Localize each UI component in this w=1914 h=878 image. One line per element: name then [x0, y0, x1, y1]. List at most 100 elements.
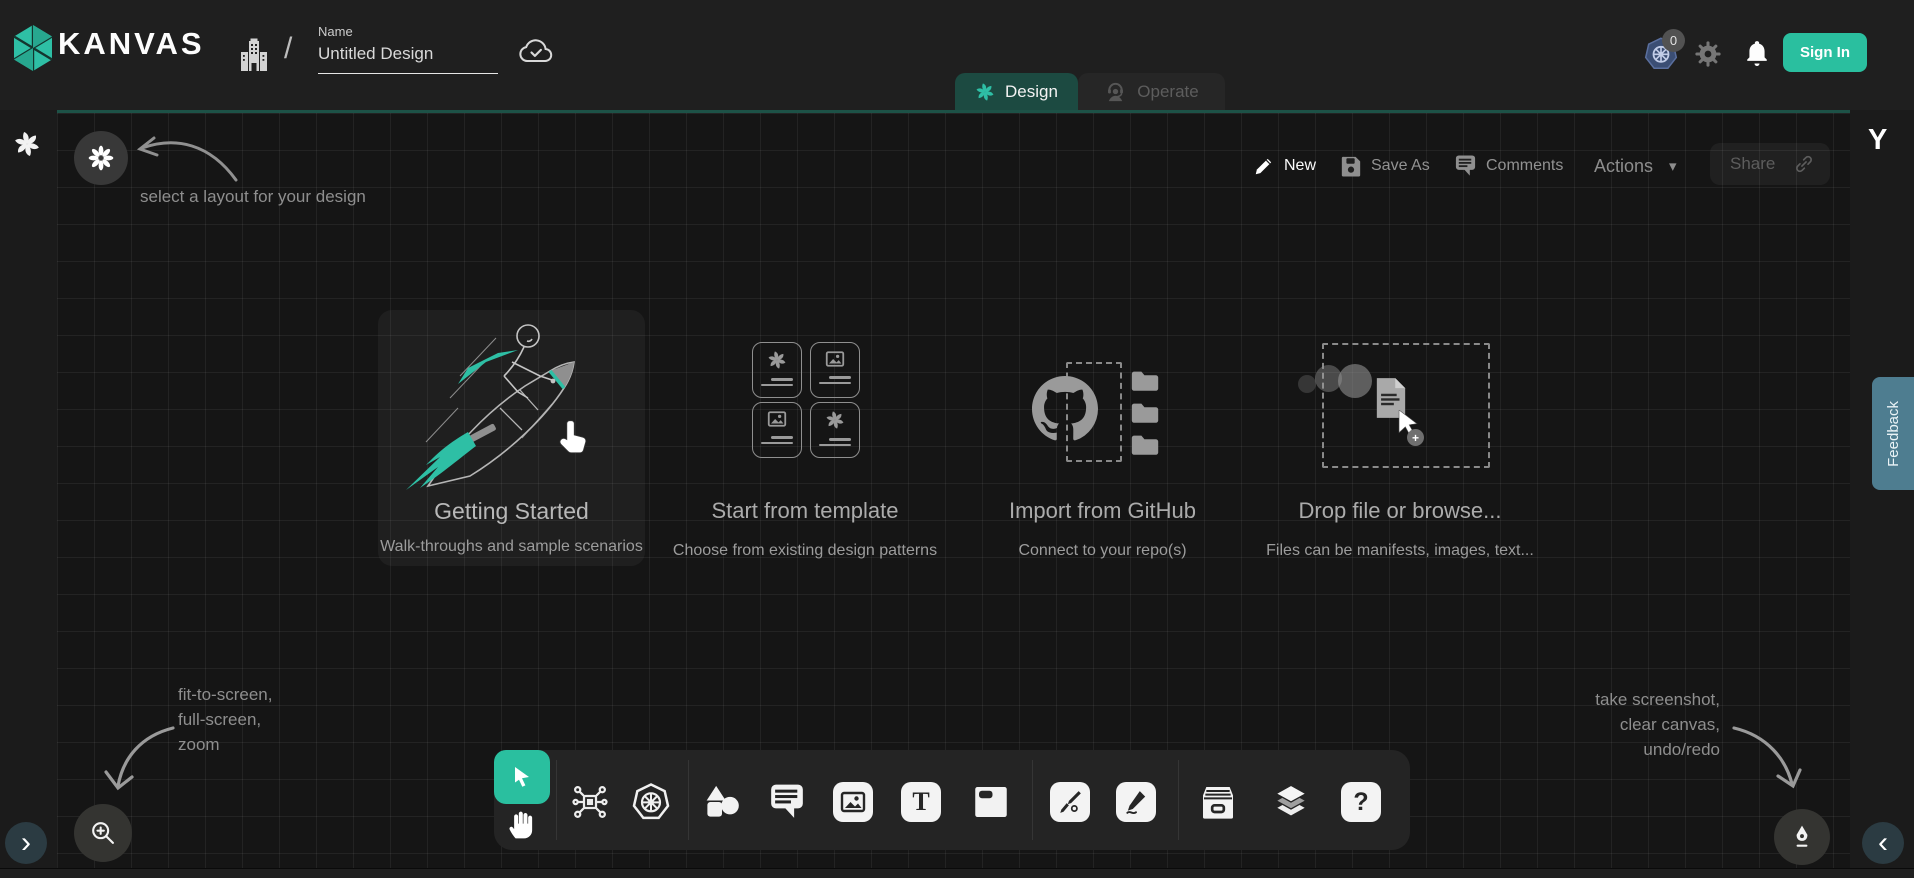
- shapes-tool[interactable]: [702, 782, 742, 822]
- feedback-label: Feedback: [1885, 401, 1902, 467]
- pencil-doodle-icon: [1123, 789, 1149, 815]
- fade-circle: [1338, 364, 1372, 398]
- canvas-actions-button[interactable]: [1774, 809, 1830, 865]
- image-tool[interactable]: [833, 782, 873, 822]
- comments-button[interactable]: Comments: [1454, 146, 1563, 186]
- dock-divider: [1178, 760, 1179, 840]
- start-from-template-card[interactable]: Start from template Choose from existing…: [660, 330, 950, 570]
- share-button[interactable]: Share: [1710, 143, 1830, 185]
- dock-divider: [556, 760, 557, 840]
- repo-folder-icon: [1128, 368, 1162, 392]
- horizontal-scrollbar[interactable]: [0, 868, 1914, 878]
- share-label: Share: [1730, 154, 1775, 174]
- tab-design[interactable]: Design: [955, 73, 1078, 110]
- sticky-note-tool[interactable]: [971, 782, 1011, 822]
- getting-started-title: Getting Started: [378, 498, 645, 525]
- layer5-y-logo: Y: [1868, 124, 1887, 157]
- actions-dropdown[interactable]: Actions ▾: [1594, 146, 1677, 186]
- question-mark-glyph: ?: [1353, 788, 1368, 817]
- hint-line: zoom: [178, 732, 272, 757]
- import-from-github-card[interactable]: Import from GitHub Connect to your repo(…: [960, 330, 1245, 570]
- drop-subtitle: Files can be manifests, images, text...: [1250, 542, 1550, 560]
- operate-headset-icon: [1104, 80, 1127, 103]
- kanvas-logo-icon[interactable]: [12, 24, 54, 72]
- tool-dock: T: [494, 750, 1410, 850]
- left-sidebar: [0, 110, 57, 868]
- save-as-button[interactable]: Save As: [1340, 146, 1430, 186]
- template-title: Start from template: [660, 498, 950, 524]
- bottom-left-hint: fit-to-screen, full-screen, zoom: [178, 682, 272, 757]
- image-icon: [840, 790, 866, 814]
- cursor-arrow-icon: [510, 765, 534, 789]
- tab-design-label: Design: [1005, 82, 1058, 102]
- meshery-pinwheel-icon[interactable]: [13, 130, 41, 158]
- hint-line: clear canvas,: [1560, 712, 1720, 737]
- select-tool-active[interactable]: [494, 750, 550, 804]
- sign-in-button[interactable]: Sign In: [1783, 33, 1867, 72]
- github-octocat-icon: [1032, 376, 1098, 442]
- drawer-tool[interactable]: [1198, 782, 1238, 822]
- layout-flower-icon: [88, 145, 114, 171]
- tab-operate[interactable]: Operate: [1078, 73, 1225, 110]
- new-label: New: [1284, 157, 1316, 175]
- doodle-tool[interactable]: [1116, 782, 1156, 822]
- fade-circle: [1298, 375, 1316, 393]
- new-button[interactable]: New: [1253, 146, 1316, 186]
- template-tile: [752, 402, 802, 458]
- kubernetes-tool[interactable]: [631, 782, 671, 822]
- zoom-hint-arrow: [95, 718, 179, 800]
- actions-hint-arrow: [1730, 718, 1810, 796]
- image-icon: [767, 410, 787, 428]
- template-subtitle: Choose from existing design patterns: [660, 542, 950, 560]
- layout-selector-button[interactable]: [74, 131, 128, 185]
- actions-label: Actions: [1594, 156, 1653, 177]
- image-icon: [825, 350, 845, 368]
- context-count-badge: 0: [1662, 29, 1685, 52]
- getting-started-card[interactable]: Getting Started Walk-throughs and sample…: [378, 310, 645, 566]
- hint-line: undo/redo: [1560, 737, 1720, 762]
- hint-line: take screenshot,: [1560, 687, 1720, 712]
- breadcrumb-separator: /: [284, 32, 292, 66]
- text-tool-glyph: T: [912, 787, 929, 817]
- tab-operate-label: Operate: [1137, 82, 1198, 102]
- autosave-cloud-check-icon: [518, 36, 554, 66]
- help-tool[interactable]: ?: [1341, 782, 1381, 822]
- feedback-tab[interactable]: Feedback: [1872, 377, 1914, 490]
- collapse-right-panel-button[interactable]: ‹: [1862, 822, 1904, 864]
- design-name-input[interactable]: Untitled Design: [318, 44, 498, 74]
- dock-divider: [688, 760, 689, 840]
- hint-line: fit-to-screen,: [178, 682, 272, 707]
- settings-gear-icon[interactable]: [1694, 40, 1722, 68]
- layout-hint-text: select a layout for your design: [140, 184, 366, 209]
- hint-line: full-screen,: [178, 707, 272, 732]
- layout-hint-arrow: [132, 128, 242, 188]
- dock-divider: [1032, 760, 1033, 840]
- caret-down-icon: ▾: [1669, 157, 1677, 175]
- component-tool[interactable]: [570, 782, 610, 822]
- pinwheel-icon: [767, 350, 787, 370]
- layers-tool[interactable]: [1271, 782, 1311, 822]
- pan-hand-tool[interactable]: [506, 808, 538, 842]
- repo-folder-icon: [1128, 400, 1162, 424]
- repo-folder-icon: [1128, 432, 1162, 456]
- brand-name: KANVAS: [58, 26, 205, 62]
- notifications-bell-icon[interactable]: [1744, 38, 1770, 68]
- pen-tool[interactable]: [1050, 782, 1090, 822]
- comment-tool[interactable]: [767, 782, 807, 822]
- plus-badge-icon: +: [1407, 429, 1424, 446]
- layers-icon: [1271, 783, 1311, 821]
- shapes-icon: [703, 784, 741, 820]
- comment-bubble-icon: [768, 784, 806, 820]
- template-tile: [810, 342, 860, 398]
- new-pencil-icon: [1253, 155, 1275, 177]
- zoom-button[interactable]: [74, 804, 132, 862]
- drop-file-card[interactable]: + Drop file or browse... Files can be ma…: [1250, 330, 1550, 570]
- app-header: KANVAS / Name Untitled Design: [0, 0, 1914, 110]
- bottom-right-hint: take screenshot, clear canvas, undo/redo: [1560, 687, 1720, 762]
- organization-icon[interactable]: [238, 38, 270, 74]
- rocket-illustration: [400, 318, 630, 493]
- text-tool[interactable]: T: [901, 782, 941, 822]
- drop-title: Drop file or browse...: [1250, 498, 1550, 524]
- pen-nib-icon: [1789, 823, 1815, 851]
- expand-left-panel-button[interactable]: ›: [5, 822, 47, 864]
